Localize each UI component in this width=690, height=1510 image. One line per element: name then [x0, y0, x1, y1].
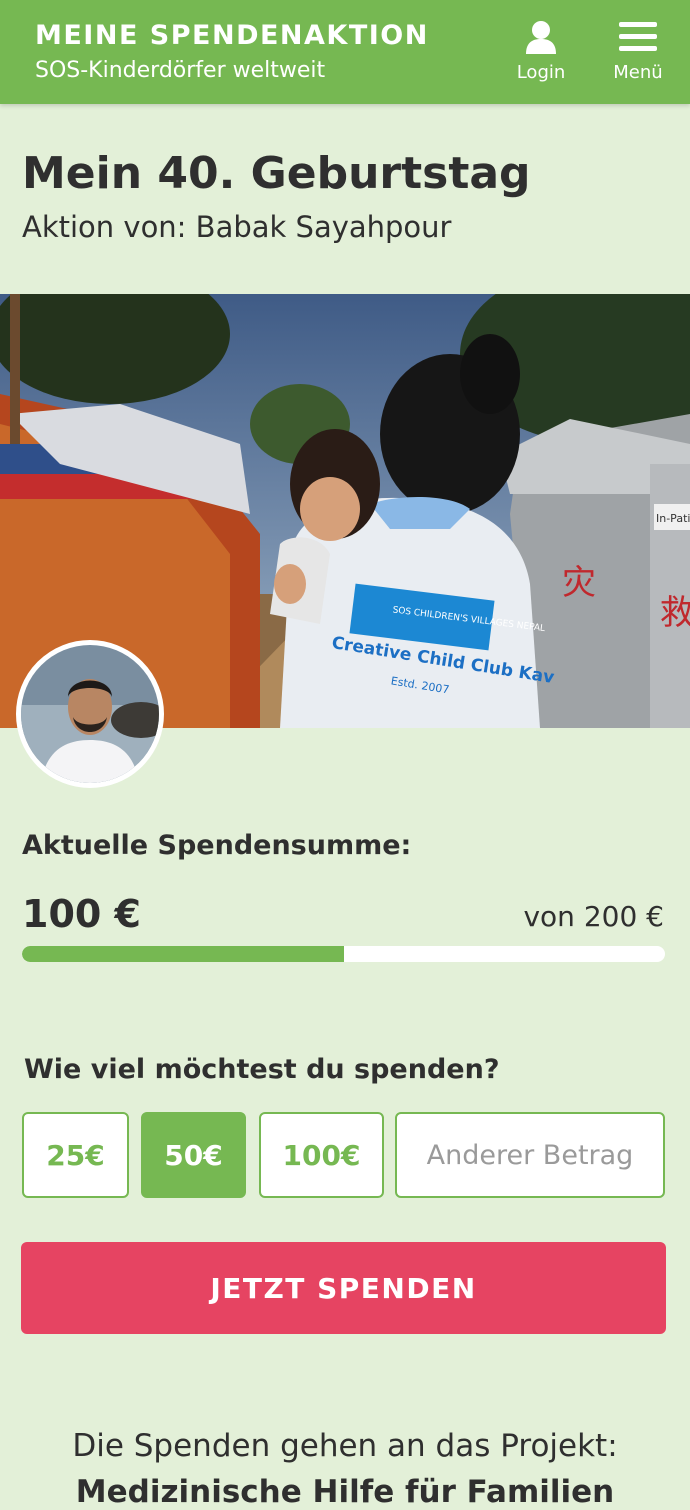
site-header: MEINE SPENDENAKTION SOS-Kinderdörfer wel…	[0, 0, 690, 104]
other-amount-input[interactable]	[395, 1112, 665, 1198]
donation-sum-label: Aktuelle Spendensumme:	[22, 830, 412, 861]
login-label: Login	[516, 62, 566, 83]
donate-now-button[interactable]: JETZT SPENDEN	[21, 1242, 666, 1334]
brand-subtitle[interactable]: SOS-Kinderdörfer weltweit	[35, 58, 325, 83]
user-icon	[526, 21, 556, 54]
amount-option-100[interactable]: 100€	[259, 1112, 384, 1198]
donation-progress-fill	[22, 946, 344, 962]
project-intro: Die Spenden gehen an das Projekt:	[72, 1428, 618, 1464]
menu-button[interactable]: Menü	[604, 20, 672, 83]
menu-label: Menü	[613, 62, 663, 83]
campaign-organizer: Aktion von: Babak Sayahpour	[22, 210, 452, 244]
project-name[interactable]: Medizinische Hilfe für Familien	[0, 1474, 690, 1510]
donation-progress-bar	[22, 946, 665, 962]
donation-question: Wie viel möchtest du spenden?	[24, 1054, 500, 1085]
donation-goal: von 200 €	[523, 900, 664, 933]
donation-sum-amount: 100 €	[22, 892, 141, 936]
amount-option-25[interactable]: 25€	[22, 1112, 129, 1198]
amount-option-50[interactable]: 50€	[141, 1112, 246, 1198]
svg-text:救: 救	[660, 593, 690, 633]
hamburger-menu-icon	[619, 22, 657, 51]
page-title: Mein 40. Geburtstag	[22, 148, 531, 199]
brand-title[interactable]: MEINE SPENDENAKTION	[35, 20, 429, 51]
login-button[interactable]: Login	[510, 20, 572, 83]
tent-sign-text: In-Patie	[656, 512, 690, 525]
organizer-avatar	[16, 640, 164, 788]
svg-text:灾: 灾	[562, 563, 596, 603]
